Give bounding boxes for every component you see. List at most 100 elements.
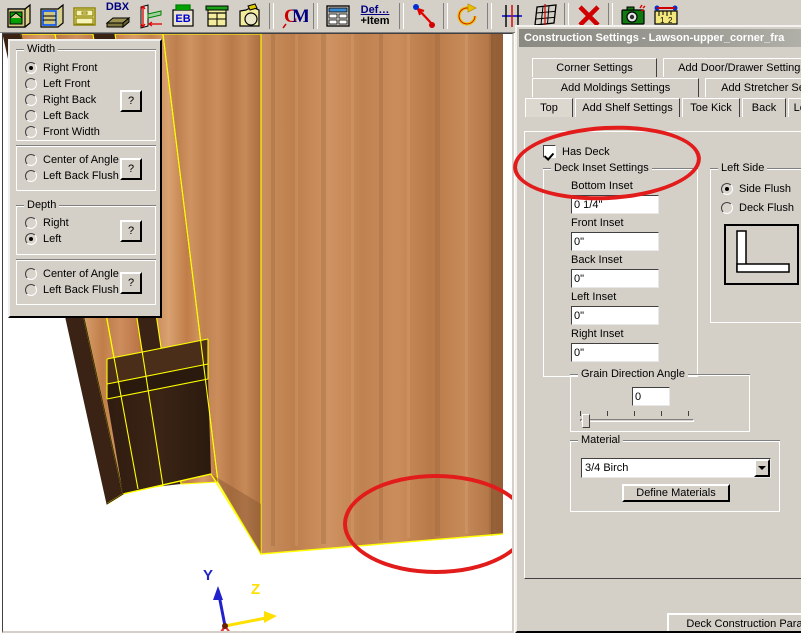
slider-thumb[interactable] — [582, 414, 590, 428]
tab-back[interactable]: Back — [742, 98, 786, 117]
radio-label: Right — [43, 217, 69, 229]
radio-indicator[interactable] — [25, 154, 37, 166]
bottom-inset-input[interactable] — [571, 195, 659, 214]
left-inset-label: Left Inset — [571, 291, 617, 303]
toolbar-separator-2 — [313, 3, 318, 29]
back-inset-label: Back Inset — [571, 254, 623, 266]
material-group: Material 3/4 Birch Define Materials — [570, 434, 780, 512]
front-inset-label: Front Inset — [571, 217, 624, 229]
pick-point-icon[interactable] — [408, 1, 439, 32]
grain-angle-slider[interactable] — [580, 411, 694, 429]
cabinet-face-icon[interactable] — [36, 1, 67, 32]
radio-indicator[interactable] — [25, 217, 37, 229]
left-side-group: Left Side Side Flush Deck Flush — [710, 162, 801, 323]
deck-inset-settings-group: Deck Inset Settings Bottom Inset Front I… — [543, 162, 698, 377]
radio-label: Left Back Flush — [43, 284, 119, 296]
depth-extra-group: Center of Angle Left Back Flush ? — [16, 259, 156, 305]
svg-text:1: 1 — [660, 16, 665, 25]
def-item-icon[interactable]: Def… +Item — [355, 1, 395, 32]
radio-indicator[interactable] — [25, 78, 37, 90]
depth-help-button[interactable]: ? — [120, 220, 142, 242]
tab-left-e[interactable]: Left E — [788, 98, 801, 117]
width-extra-group: Center of Angle Left Back Flush ? — [16, 145, 156, 191]
axis-label-y: Y — [203, 567, 214, 584]
svg-text:M: M — [292, 6, 308, 27]
drawer-box-icon[interactable] — [69, 1, 100, 32]
front-inset-input[interactable] — [571, 232, 659, 251]
radio-indicator[interactable] — [721, 183, 733, 195]
radio-depth-right[interactable]: Right — [25, 216, 69, 230]
radio-left-front[interactable]: Left Front — [25, 77, 90, 91]
radio-indicator[interactable] — [25, 62, 37, 74]
radio-front-width[interactable]: Front Width — [25, 125, 100, 139]
checkbox-indicator[interactable] — [543, 145, 556, 158]
deck-inset-legend: Deck Inset Settings — [551, 162, 652, 174]
radio-indicator[interactable] — [721, 202, 733, 214]
cabinet-3d-icon[interactable] — [3, 1, 34, 32]
tab-add-stretcher-settings[interactable]: Add Stretcher Se — [705, 78, 801, 97]
tab-top[interactable]: Top — [525, 98, 573, 117]
redo-arrow-icon[interactable] — [452, 1, 483, 32]
radio-indicator[interactable] — [25, 126, 37, 138]
tab-add-moldings-settings[interactable]: Add Moldings Settings — [532, 78, 699, 97]
radio-label: Left Back — [43, 110, 89, 122]
deck-construction-parameters-button[interactable]: Deck Construction Para — [667, 613, 801, 631]
radio-indicator[interactable] — [25, 94, 37, 106]
bottom-inset-label: Bottom Inset — [571, 180, 633, 192]
slider-track[interactable] — [580, 419, 694, 422]
radio-label: Deck Flush — [739, 202, 795, 214]
right-inset-input[interactable] — [571, 343, 659, 362]
radio-label: Left — [43, 233, 62, 245]
radio-side-flush[interactable]: Side Flush — [721, 182, 791, 196]
material-combobox[interactable]: 3/4 Birch — [581, 458, 771, 478]
tab-corner-settings[interactable]: Corner Settings — [532, 58, 657, 77]
radio-deck-flush[interactable]: Deck Flush — [721, 201, 794, 215]
radio-left-back-flush-width[interactable]: Left Back Flush — [25, 169, 119, 183]
radio-left-back-flush-depth[interactable]: Left Back Flush — [25, 283, 119, 297]
cm-icon[interactable]: C M — [278, 1, 309, 32]
dialog-body: Corner Settings Add Door/Drawer Settings… — [517, 47, 801, 631]
svg-text:EB: EB — [175, 13, 190, 25]
shelf-dimension-icon[interactable] — [135, 1, 166, 32]
width-group: Width Right Front Left Front Right Back … — [16, 43, 156, 141]
svg-text:2: 2 — [668, 16, 673, 25]
countertop-icon[interactable] — [234, 1, 265, 32]
radio-depth-left[interactable]: Left — [25, 232, 61, 246]
radio-indicator[interactable] — [25, 284, 37, 296]
radio-indicator[interactable] — [25, 110, 37, 122]
angle-options-panel: Width Right Front Left Front Right Back … — [8, 39, 162, 318]
tab-add-shelf-settings[interactable]: Add Shelf Settings — [575, 98, 680, 117]
depth-extra-help-button[interactable]: ? — [120, 272, 142, 294]
chevron-down-icon[interactable] — [754, 459, 770, 477]
radio-right-front[interactable]: Right Front — [25, 61, 97, 75]
radio-center-of-angle-width[interactable]: Center of Angle — [25, 153, 119, 167]
calculator-icon[interactable] — [322, 1, 353, 32]
width-help-button[interactable]: ? — [120, 90, 142, 112]
define-materials-button[interactable]: Define Materials — [622, 484, 730, 502]
width-group-legend: Width — [24, 43, 59, 55]
radio-label: Left Back Flush — [43, 170, 119, 182]
edge-band-icon[interactable]: EB — [168, 1, 199, 32]
left-inset-input[interactable] — [571, 306, 659, 325]
tab-add-door-drawer-settings[interactable]: Add Door/Drawer Settings — [663, 58, 801, 77]
grain-angle-input[interactable] — [632, 387, 670, 406]
has-deck-label: Has Deck — [562, 145, 610, 158]
dialog-title: Construction Settings - Lawson-upper_cor… — [524, 32, 785, 44]
tab-toe-kick[interactable]: Toe Kick — [682, 98, 740, 117]
radio-indicator[interactable] — [25, 268, 37, 280]
hutch-icon[interactable] — [201, 1, 232, 32]
radio-center-of-angle-depth[interactable]: Center of Angle — [25, 267, 119, 281]
depth-group-legend: Depth — [24, 199, 60, 211]
radio-left-back[interactable]: Left Back — [25, 109, 89, 123]
dialog-titlebar[interactable]: Construction Settings - Lawson-upper_cor… — [519, 29, 801, 47]
back-inset-input[interactable] — [571, 269, 659, 288]
radio-label: Center of Angle — [43, 268, 119, 280]
toolbar-separator-5 — [487, 3, 492, 29]
has-deck-checkbox[interactable]: Has Deck — [543, 145, 610, 158]
radio-right-back[interactable]: Right Back — [25, 93, 96, 107]
radio-label: Left Front — [43, 78, 91, 90]
width-extra-help-button[interactable]: ? — [120, 158, 142, 180]
radio-indicator[interactable] — [25, 170, 37, 182]
dbx-icon[interactable]: DBX — [102, 1, 133, 32]
radio-indicator[interactable] — [25, 233, 37, 245]
